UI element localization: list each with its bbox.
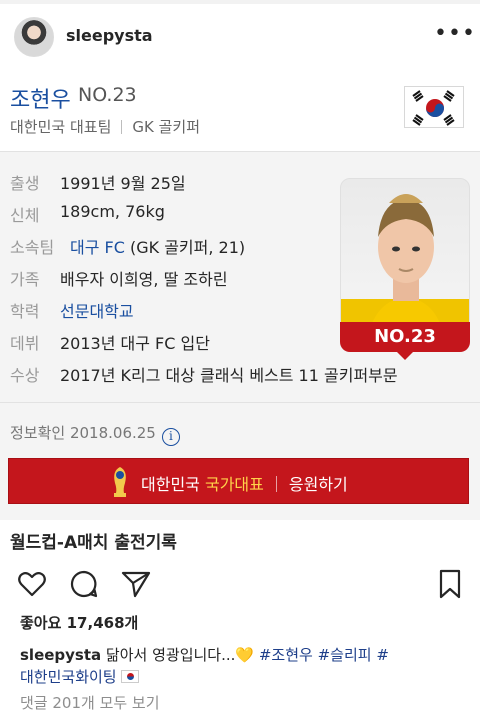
more-horizontal-icon[interactable]: ••• [434,23,475,48]
info-label: 가족 [10,270,40,289]
world-cup-trophy-icon [114,467,126,497]
cheer-button-label[interactable]: 응원하기 [289,475,348,494]
heart-icon[interactable] [16,568,48,600]
club-detail: (GK 골키퍼, 21) [124,238,246,257]
player-card: 조현우 NO.23 대한민국 대표팀 GK 골키퍼 출생 1991년 9월 25일 [0,70,480,520]
info-label: 수상 [10,366,40,385]
separator [121,120,123,134]
avatar[interactable] [14,17,54,57]
photo-number-badge: NO.23 [340,322,470,360]
player-name: 조현우 [10,88,71,113]
school-link[interactable]: 선문대학교 [60,298,134,322]
banner-text: 대한민국 국가대표 응원하기 [141,471,348,495]
cheer-banner[interactable]: 대한민국 국가대표 응원하기 [8,458,469,504]
separator [275,476,277,492]
info-value: 2017년 K리그 대상 클래식 베스트 11 골키퍼부문 [60,366,398,385]
banner-country: 대한민국 [141,475,200,494]
post-actions [0,562,480,606]
verify-date: 정보확인 2018.06.25 i [10,422,180,446]
info-value: 대구 FC (GK 골키퍼, 21) [70,234,245,258]
player-card-header: 조현우 NO.23 대한민국 대표팀 GK 골키퍼 [0,70,480,152]
post-header: sleepysta ••• [0,4,480,70]
comment-icon[interactable] [68,568,100,600]
info-icon[interactable]: i [161,428,180,446]
post-username[interactable]: sleepysta [66,26,153,45]
team-name: 대한민국 대표팀 [10,118,112,136]
player-number: NO.23 [78,84,137,106]
view-all-comments-link[interactable]: 댓글 201개 모두 보기 [20,692,160,713]
hashtags[interactable]: #조현우 #슬리피 # [259,646,389,664]
hashtag-line2[interactable]: 대한민국화이팅 [20,668,117,686]
verify-text: 정보확인 2018.06.25 [10,424,156,442]
send-icon[interactable] [120,568,152,600]
caption-text: 닮아서 영광입니다...💛 [101,646,259,664]
info-label: 소속팀 [10,238,55,257]
like-count[interactable]: 좋아요 17,468개 [20,612,138,633]
info-value: 2013년 대구 FC 입단 [60,334,210,353]
info-value: 배우자 이희영, 딸 조하린 [60,270,228,289]
post-caption: sleepysta 닮아서 영광입니다...💛 #조현우 #슬리피 # 대한민국… [20,644,470,688]
player-position: GK 골키퍼 [132,118,201,136]
info-label: 출생 [10,174,40,193]
records-title: 월드컵-A매치 출전기록 [10,533,177,553]
team-line: 대한민국 대표팀 GK 골키퍼 [10,116,200,137]
korea-flag-emoji-icon [120,670,139,683]
info-label: 학력 [10,302,40,321]
club-link[interactable]: 대구 FC [70,238,125,257]
korea-flag-icon [404,86,464,128]
info-label: 데뷔 [10,334,40,353]
info-value: 189cm, 76kg [60,202,165,221]
info-value: 1991년 9월 25일 [60,174,186,193]
divider [0,402,480,403]
banner-accent: 국가대표 [204,475,264,494]
bookmark-icon[interactable] [434,568,466,600]
info-label: 신체 [10,206,40,225]
caption-username[interactable]: sleepysta [20,646,101,664]
